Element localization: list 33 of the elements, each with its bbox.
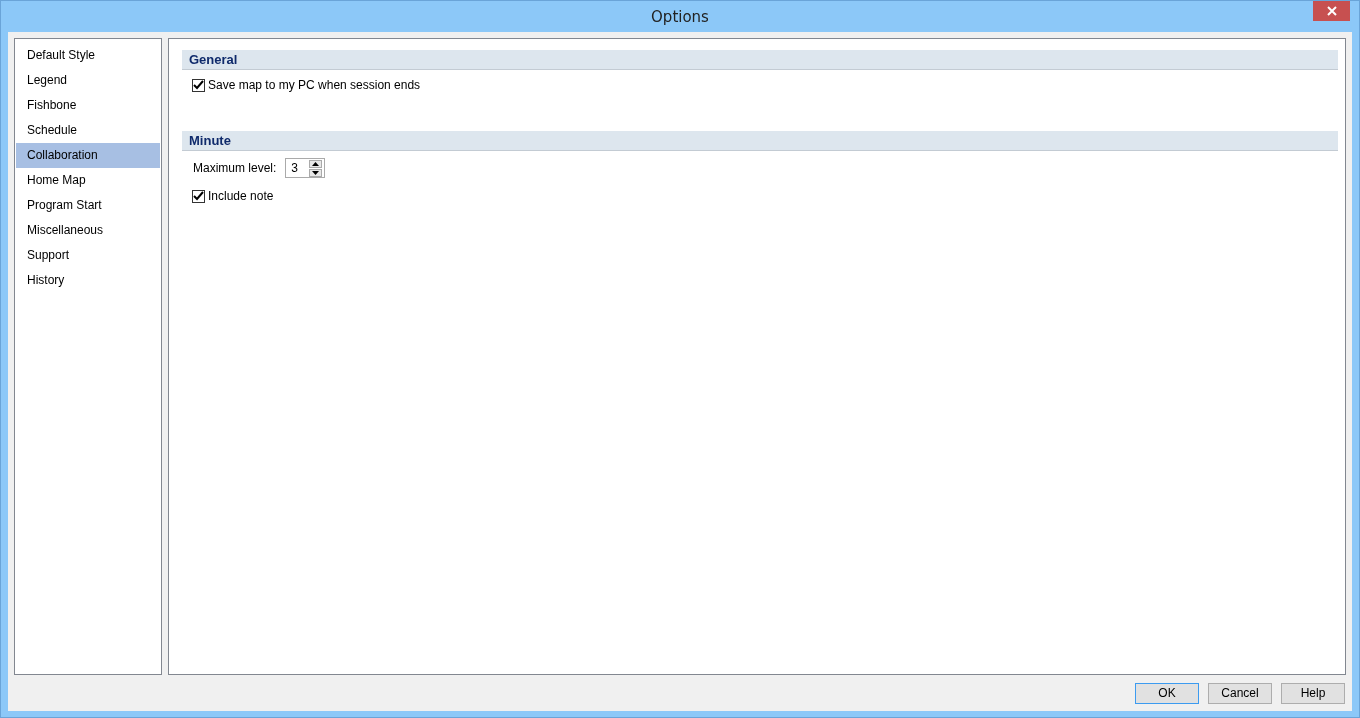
category-item[interactable]: Collaboration (16, 143, 160, 168)
dialog-button[interactable]: Help (1281, 682, 1345, 704)
category-item[interactable]: Program Start (16, 193, 160, 218)
number-spinner[interactable]: 3 (285, 158, 326, 178)
checkbox[interactable] (192, 189, 205, 203)
category-item[interactable]: Home Map (16, 168, 160, 193)
checkmark-icon (193, 191, 204, 201)
category-item[interactable]: Legend (16, 68, 160, 93)
category-item[interactable]: Fishbone (16, 93, 160, 118)
close-button[interactable] (1313, 1, 1350, 21)
window-title: Options (651, 7, 709, 26)
checkbox-label: Include note (208, 189, 274, 203)
category-item[interactable]: Schedule (16, 118, 160, 143)
category-item[interactable]: History (16, 268, 160, 293)
checkbox-label: Save map to my PC when session ends (208, 78, 421, 92)
dialog-button[interactable]: Cancel (1208, 682, 1272, 704)
checkbox-option[interactable]: Include note (192, 187, 1328, 205)
increment-button[interactable] (309, 159, 323, 168)
section-header: General (182, 50, 1338, 70)
category-item[interactable]: Support (16, 243, 160, 268)
category-item[interactable]: Default Style (16, 43, 160, 68)
field-label: Maximum level: (193, 161, 277, 175)
checkbox[interactable] (192, 78, 205, 92)
category-item[interactable]: Miscellaneous (16, 218, 160, 243)
section-header: Minute (182, 131, 1338, 151)
checkbox-option[interactable]: Save map to my PC when session ends (192, 76, 1328, 94)
decrement-button[interactable] (309, 168, 323, 177)
spinner-value: 3 (291, 161, 299, 175)
down-arrow-icon (312, 170, 320, 175)
up-arrow-icon (312, 161, 320, 166)
checkmark-icon (193, 80, 204, 90)
dialog-button[interactable]: OK (1135, 682, 1199, 704)
close-icon (1326, 6, 1337, 16)
